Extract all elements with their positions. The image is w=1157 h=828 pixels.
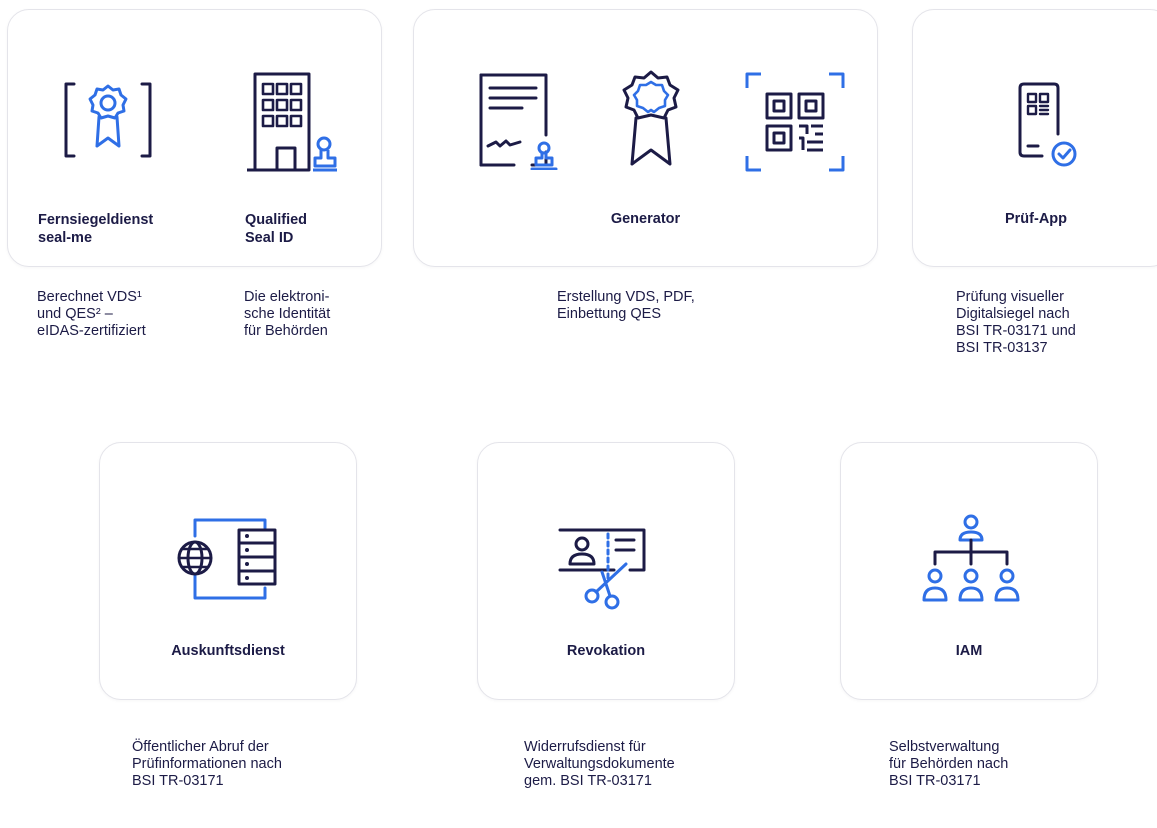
title-pruef-app: Prüf-App (912, 210, 1157, 228)
description-auskunftsdienst: Öffentlicher Abruf der Prüfinformationen… (132, 739, 282, 790)
description-line: BSI TR-03171 (889, 773, 981, 789)
description-fernsiegeldienst: Berechnet VDS¹ und QES² – eIDAS-zertifiz… (37, 289, 146, 340)
description-line: für Behörden nach (889, 756, 1009, 772)
certificate-seal-icon (64, 82, 152, 158)
title-fernsiegeldienst: Fernsiegeldienst seal-me (38, 211, 153, 247)
description-line: Verwaltungsdokumente (524, 756, 675, 772)
description-line: gem. BSI TR-03171 (524, 773, 652, 789)
title-generator: Generator (413, 210, 878, 228)
rosette-icon (622, 70, 680, 166)
globe-server-icon (177, 518, 277, 600)
title-line: Fernsiegeldienst (38, 212, 154, 228)
title-line: Qualified (245, 212, 308, 228)
description-line: eIDAS-zertifiziert (37, 323, 146, 339)
title-auskunftsdienst: Auskunftsdienst (99, 642, 357, 660)
title-line: Seal ID (245, 230, 294, 246)
title-iam: IAM (840, 642, 1098, 660)
description-revokation: Widerrufsdienst für Verwaltungsdokumente… (524, 739, 675, 790)
title-qualified-seal-id: Qualified Seal ID (245, 211, 307, 247)
org-hierarchy-icon (922, 514, 1020, 602)
description-line: Prüfung visueller (956, 289, 1064, 305)
description-generator: Erstellung VDS, PDF, Einbettung QES (557, 289, 695, 323)
phone-qr-check-icon (1018, 82, 1077, 167)
description-qualified-seal-id: Die elektroni- sche Identität für Behörd… (244, 289, 330, 340)
description-line: Selbstverwaltung (889, 739, 1000, 755)
id-card-scissors-icon (558, 528, 646, 610)
description-line: Erstellung VDS, PDF, (557, 289, 695, 305)
description-line: Die elektroni- (244, 289, 330, 305)
title-revokation: Revokation (477, 642, 735, 660)
description-line: BSI TR-03171 (132, 773, 224, 789)
title-line: Generator (610, 211, 681, 227)
description-line: für Behörden (244, 323, 328, 339)
description-line: Berechnet VDS¹ (37, 289, 142, 305)
description-line: Prüfinformationen nach (132, 756, 282, 772)
title-line: Auskunftsdienst (171, 643, 285, 659)
qr-code-scan-icon (745, 72, 845, 172)
description-iam: Selbstverwaltung für Behörden nach BSI T… (889, 739, 1008, 790)
description-line: und QES² – (37, 306, 113, 322)
description-line: Widerrufsdienst für (524, 739, 646, 755)
title-line: Prüf-App (1004, 211, 1067, 227)
description-line: Einbettung QES (557, 306, 661, 322)
title-line: Revokation (566, 643, 646, 659)
description-line: sche Identität (244, 306, 331, 322)
description-line: BSI TR-03171 und (956, 323, 1076, 339)
description-pruef-app: Prüfung visueller Digitalsiegel nach BSI… (956, 289, 1076, 357)
title-line: IAM (955, 643, 983, 659)
description-line: Öffentlicher Abruf der (132, 739, 269, 755)
title-line: seal-me (38, 230, 93, 246)
document-signature-icon (479, 73, 558, 170)
description-line: Digitalsiegel nach (956, 306, 1070, 322)
building-stamp-icon (247, 72, 337, 172)
description-line: BSI TR-03137 (956, 340, 1048, 356)
